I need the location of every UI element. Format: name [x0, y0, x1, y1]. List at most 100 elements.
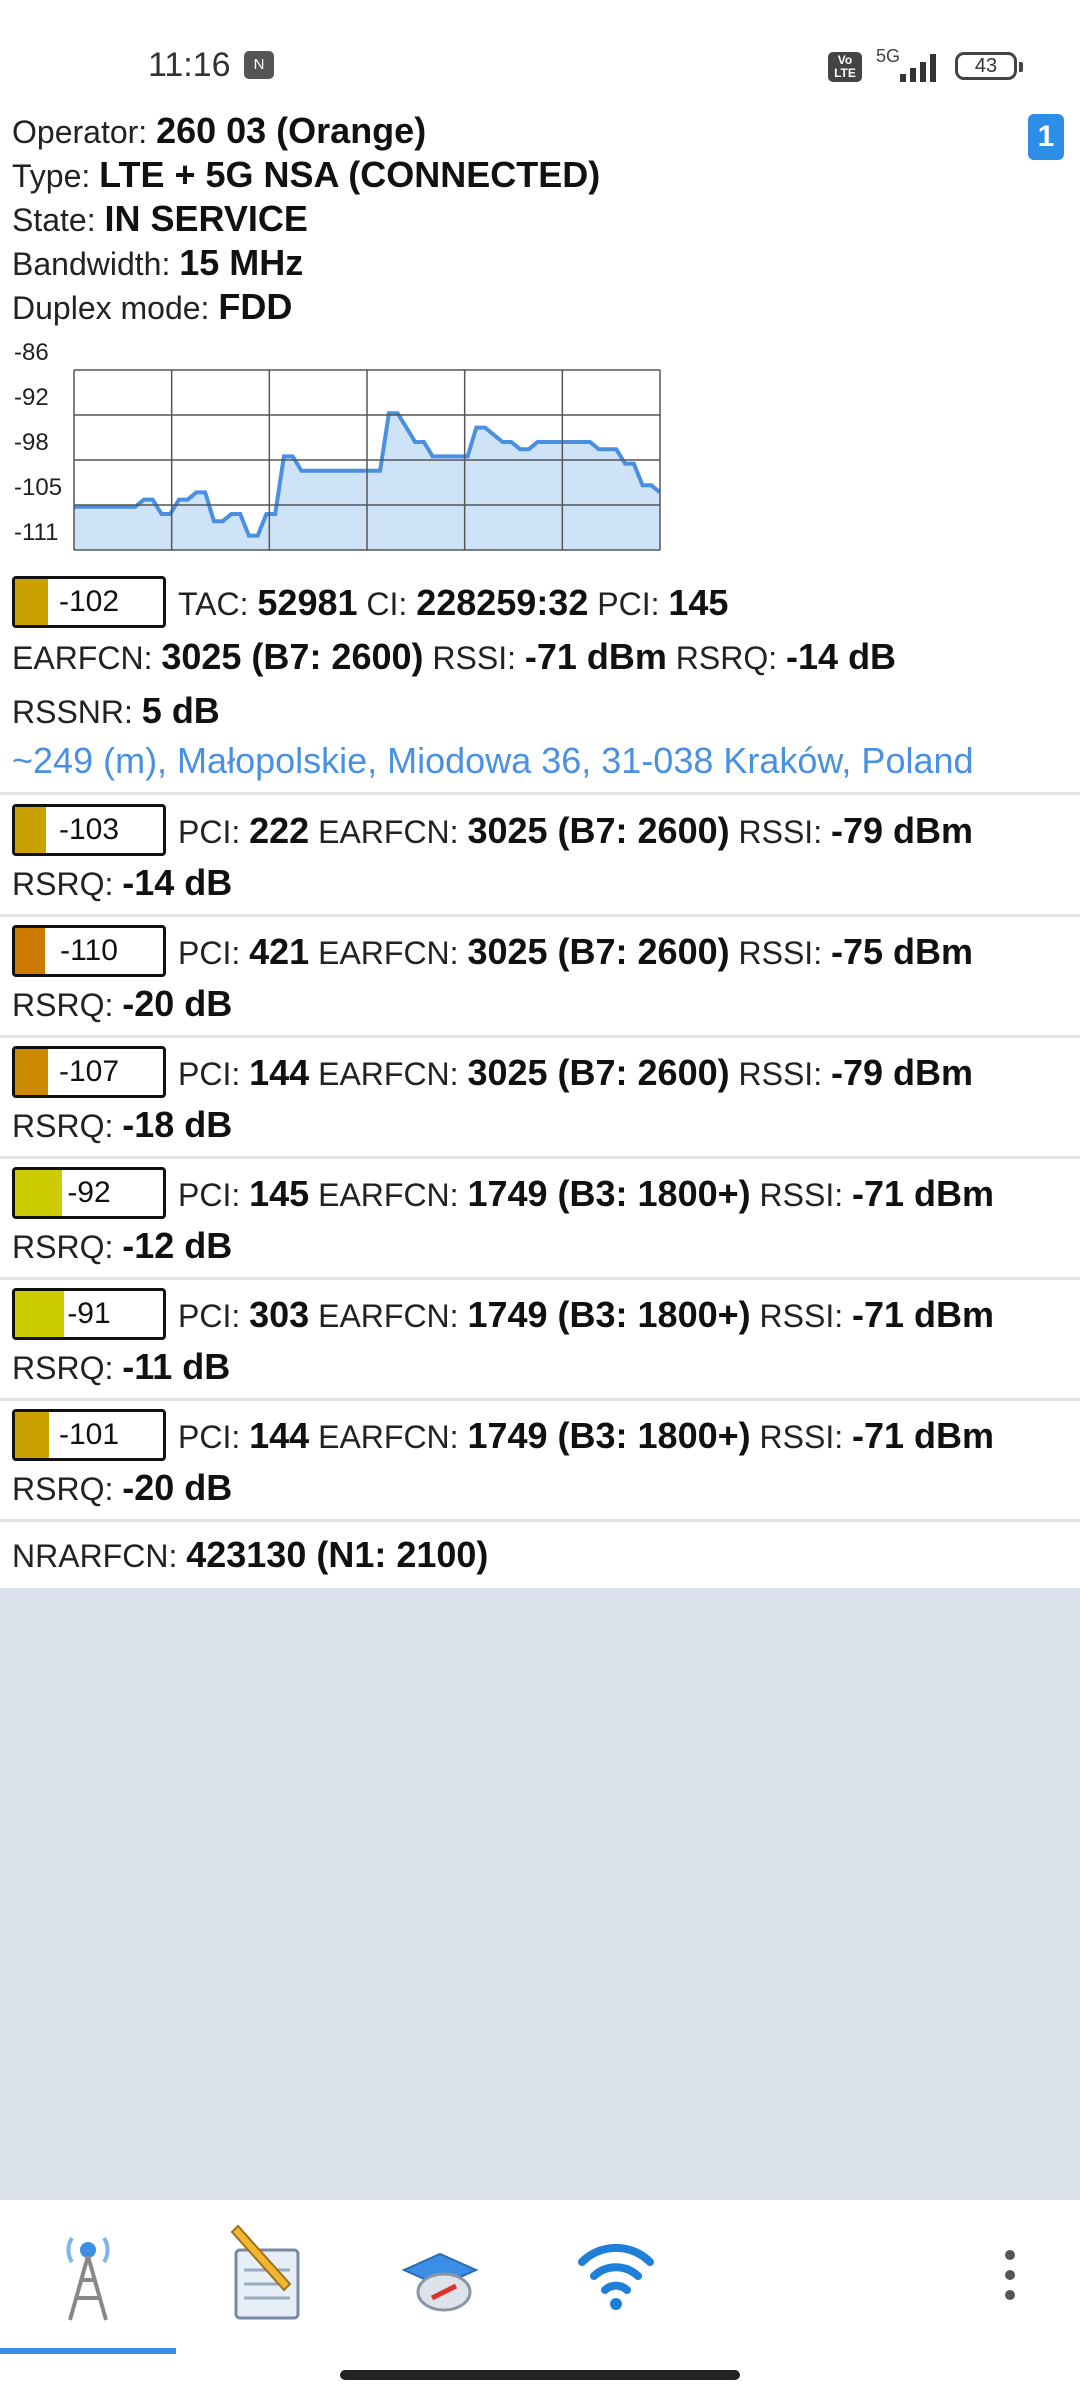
cell-location-link[interactable]: ~249 (m), Małopolskie, Miodowa 36, 31-03… [12, 740, 974, 782]
neighbor-signal-value: -110 [60, 934, 118, 967]
rssi-label: RSSI: [432, 640, 516, 676]
earfcn-value: 3025 (B7: 2600) [467, 810, 730, 851]
chart-y-tick-label: -111 [14, 519, 58, 546]
earfcn-label: EARFCN: [318, 1177, 459, 1213]
cell-tower-icon[interactable] [28, 2220, 148, 2330]
wifi-icon[interactable] [556, 2220, 676, 2330]
earfcn-value: 1749 (B3: 1800+) [467, 1415, 751, 1456]
bandwidth-value: 15 MHz [179, 242, 304, 283]
separator [0, 914, 1080, 917]
neighbor-line-2: RSRQ: -14 dB [12, 862, 232, 904]
serving-line-1: TAC: 52981 CI: 228259:32 PCI: 145 [178, 582, 728, 624]
rssi-label: RSSI: [738, 1056, 823, 1092]
pci-label: PCI: [178, 814, 241, 850]
rssi-value: -75 dBm [830, 931, 973, 972]
battery-icon: 43 [955, 52, 1023, 80]
earfcn-label: EARFCN: [318, 935, 459, 971]
neighbor-signal-meter: -107 [12, 1046, 166, 1098]
notepad-icon[interactable] [204, 2220, 324, 2330]
rsrq-value: -20 dB [122, 1467, 233, 1508]
nrarfcn-value: 423130 (N1: 2100) [186, 1534, 489, 1575]
duplex-label: Duplex mode: [12, 290, 210, 326]
pci-value: 144 [249, 1052, 310, 1093]
serving-signal-meter: -102 [12, 576, 166, 628]
neighbor-signal-value: -103 [58, 813, 120, 846]
separator [0, 1035, 1080, 1038]
nrarfcn-line: NRARFCN: 423130 (N1: 2100) [12, 1534, 488, 1576]
more-options-icon[interactable] [1000, 2250, 1020, 2310]
rsrq-label: RSRQ: [12, 1108, 114, 1144]
earfcn-label: EARFCN: [12, 640, 153, 676]
state-value: IN SERVICE [104, 198, 308, 239]
earfcn-label: EARFCN: [318, 1056, 459, 1092]
earfcn-value: 1749 (B3: 1800+) [467, 1173, 751, 1214]
rsrq-value: -20 dB [122, 983, 233, 1024]
neighbor-line-2: RSRQ: -20 dB [12, 1467, 232, 1509]
rssi-value: -79 dBm [830, 1052, 973, 1093]
pci-label: PCI: [597, 586, 660, 622]
nrarfcn-label: NRARFCN: [12, 1538, 178, 1574]
separator [0, 1519, 1080, 1522]
neighbor-line-1: PCI: 145 EARFCN: 1749 (B3: 1800+) RSSI: … [178, 1173, 994, 1215]
type-label: Type: [12, 158, 91, 194]
operator-line: Operator: 260 03 (Orange) [12, 110, 426, 152]
signal-history-chart: -86 -92 -98 -105 -111 [14, 340, 662, 551]
pci-value: 144 [249, 1415, 310, 1456]
pci-value: 421 [249, 931, 310, 972]
bandwidth-label: Bandwidth: [12, 246, 171, 282]
neighbor-line-2: RSRQ: -12 dB [12, 1225, 232, 1267]
earfcn-label: EARFCN: [318, 814, 459, 850]
separator [0, 792, 1080, 795]
rssi-label: RSSI: [738, 814, 823, 850]
home-indicator[interactable] [340, 2370, 740, 2380]
neighbor-line-2: RSRQ: -11 dB [12, 1346, 230, 1388]
volte-icon: Vo LTE [828, 52, 862, 82]
chart-y-tick-label: -86 [14, 340, 49, 366]
neighbor-line-1: PCI: 303 EARFCN: 1749 (B3: 1800+) RSSI: … [178, 1294, 994, 1336]
neighbor-line-1: PCI: 144 EARFCN: 3025 (B7: 2600) RSSI: -… [178, 1052, 973, 1094]
earfcn-label: EARFCN: [318, 1298, 459, 1334]
earfcn-value: 3025 (B7: 2600) [467, 931, 730, 972]
status-bar: 11:16 N Vo LTE 5G 43 [0, 0, 1080, 110]
rsrq-value: -14 dB [122, 862, 233, 903]
chart-y-tick-label: -92 [14, 384, 49, 411]
earfcn-value: 1749 (B3: 1800+) [467, 1294, 751, 1335]
separator [0, 1398, 1080, 1401]
neighbor-signal-meter: -110 [12, 925, 166, 977]
duplex-value: FDD [218, 286, 293, 327]
neighbor-signal-meter: -101 [12, 1409, 166, 1461]
state-line: State: IN SERVICE [12, 198, 308, 240]
earfcn-label: EARFCN: [318, 1419, 459, 1455]
pci-value: 303 [249, 1294, 310, 1335]
rssi-value: -71 dBm [851, 1294, 995, 1335]
tac-value: 52981 [257, 582, 358, 623]
nfc-icon: N [244, 51, 274, 79]
rsrq-label: RSRQ: [675, 640, 778, 676]
serving-line-3: RSSNR: 5 dB [12, 690, 220, 732]
pci-label: PCI: [178, 1177, 241, 1213]
sim-slot-badge[interactable]: 1 [1028, 114, 1064, 160]
tac-label: TAC: [178, 586, 249, 622]
rsrq-value: -14 dB [786, 636, 897, 677]
rssi-value: -79 dBm [830, 810, 973, 851]
rsrq-label: RSRQ: [12, 1229, 114, 1265]
neighbor-line-1: PCI: 421 EARFCN: 3025 (B7: 2600) RSSI: -… [178, 931, 973, 973]
neighbor-signal-value: -107 [58, 1055, 120, 1088]
rsrq-label: RSRQ: [12, 987, 114, 1023]
rssi-value: -71 dBm [851, 1415, 995, 1456]
rsrq-label: RSRQ: [12, 1471, 114, 1507]
bandwidth-line: Bandwidth: 15 MHz [12, 242, 303, 284]
pci-label: PCI: [178, 1419, 241, 1455]
pci-value: 145 [668, 582, 729, 623]
network-type-label: 5G [876, 46, 901, 66]
rsrq-value: -12 dB [122, 1225, 233, 1266]
neighbor-signal-meter: -91 [12, 1288, 166, 1340]
serving-line-2: EARFCN: 3025 (B7: 2600) RSSI: -71 dBm RS… [12, 636, 896, 678]
chart-y-tick-label: -98 [14, 429, 49, 456]
map-compass-icon[interactable] [380, 2220, 500, 2330]
separator [0, 1156, 1080, 1159]
neighbor-line-1: PCI: 222 EARFCN: 3025 (B7: 2600) RSSI: -… [178, 810, 973, 852]
rssnr-value: 5 dB [141, 690, 220, 731]
pci-value: 145 [249, 1173, 310, 1214]
operator-label: Operator: [12, 114, 148, 150]
